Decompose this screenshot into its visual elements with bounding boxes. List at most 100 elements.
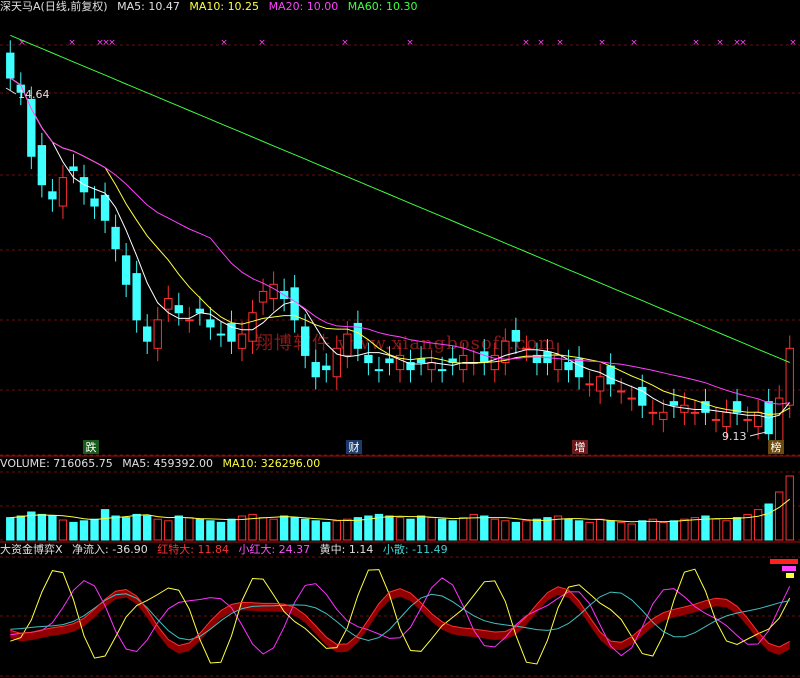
volume-bar-2: [27, 511, 36, 541]
volume-bar-9: [100, 509, 110, 541]
low-price-label: 9.13: [722, 430, 747, 443]
event-marker-3: 榜: [771, 440, 782, 454]
volume-bar-18: [195, 518, 205, 541]
candle-body-40: [427, 362, 436, 371]
volume-bar-5: [58, 519, 68, 541]
signal-mark-14: ×: [692, 38, 700, 48]
candle-body-67: [711, 418, 721, 421]
candle-body-52: [553, 354, 563, 371]
signal-mark-7: ×: [341, 38, 349, 48]
volume-bar-29: [311, 520, 320, 541]
volume-bar-17: [185, 517, 194, 541]
candle-body-14: [153, 319, 162, 349]
candle-body-70: [743, 418, 752, 421]
candle-body-34: [364, 354, 373, 364]
candle-body-5: [58, 177, 68, 207]
volume-bar-25: [269, 518, 278, 541]
candle-body-29: [311, 362, 320, 378]
candle-body-11: [121, 255, 131, 285]
candle-body-36: [385, 358, 394, 364]
volume-bar-68: [722, 520, 731, 541]
volume-bar-48: [511, 521, 521, 541]
candle-body-49: [522, 347, 531, 350]
candle-body-35: [374, 369, 384, 372]
candle-body-17: [185, 319, 194, 322]
candle-body-57: [606, 365, 615, 385]
volume-bar-26: [279, 515, 289, 541]
volume-bar-72: [764, 503, 773, 541]
signal-mark-18: ×: [789, 38, 797, 48]
volume-bar-13: [143, 515, 152, 541]
volume-bar-15: [164, 520, 173, 541]
volume-bar-51: [543, 517, 552, 541]
volume-bar-31: [332, 520, 341, 541]
volume-bar-47: [501, 520, 510, 541]
candle-body-62: [659, 411, 668, 420]
candle-body-32: [343, 333, 352, 356]
candle-body-30: [322, 365, 331, 371]
volume-bar-32: [343, 518, 352, 541]
signal-mark-15: ×: [716, 38, 724, 48]
volume-bar-45: [480, 515, 489, 541]
volume-bar-4: [48, 515, 57, 541]
event-marker-2: 增: [575, 440, 586, 454]
candle-body-12: [132, 273, 141, 321]
candle-body-25: [269, 283, 278, 300]
candle-body-4: [48, 191, 57, 200]
candle-body-63: [669, 401, 679, 406]
signal-mark-1: ×: [68, 38, 76, 48]
volume-bar-64: [680, 518, 689, 541]
stock-chart: × × ××× × × × × × × × × × × × ×× ×14.649.13跌财增榜: [0, 34, 800, 677]
candle-body-41: [437, 369, 447, 372]
candle-body-61: [648, 411, 657, 414]
volume-bar-57: [606, 520, 615, 541]
candle-body-13: [143, 326, 152, 342]
volume-bar-69: [732, 517, 742, 541]
candle-body-68: [722, 411, 731, 428]
signal-mark-9: ×: [522, 38, 530, 48]
volume-bar-6: [69, 521, 78, 541]
candle-body-65: [690, 411, 700, 414]
candle-body-0: [6, 52, 15, 79]
volume-bar-21: [227, 518, 236, 541]
volume-bar-7: [79, 520, 89, 541]
candle-body-20: [216, 333, 226, 336]
volume-bar-60: [638, 520, 647, 541]
candle-body-45: [480, 351, 489, 364]
volume-bar-40: [427, 517, 436, 541]
candle-body-23: [248, 312, 257, 342]
signal-mark-12: ×: [598, 38, 606, 48]
candle-body-58: [617, 390, 626, 393]
signal-mark-17: ×: [739, 38, 747, 48]
signal-mark-8: ×: [406, 38, 414, 48]
volume-bar-1: [16, 515, 25, 541]
volume-bar-30: [322, 521, 331, 541]
volume-bar-27: [290, 517, 299, 541]
volume-bar-67: [711, 518, 721, 541]
volume-bar-43: [459, 517, 468, 541]
volume-bar-16: [174, 515, 183, 541]
volume-bar-3: [37, 513, 47, 541]
high-price-label: 14.64: [18, 88, 50, 101]
indicator-block-magenta: [782, 566, 796, 571]
signal-mark-11: ×: [556, 38, 564, 48]
candle-body-6: [69, 166, 78, 171]
big-funds-area: [10, 586, 790, 655]
volume-bar-36: [385, 515, 394, 541]
event-marker-1: 财: [349, 440, 360, 454]
candle-body-8: [90, 198, 99, 207]
candle-body-48: [511, 330, 521, 342]
candle-body-31: [332, 347, 341, 378]
indicator-block-red: [770, 559, 798, 564]
candle-body-9: [100, 194, 110, 221]
volume-bar-20: [216, 521, 226, 541]
volume-bar-53: [564, 518, 573, 541]
candle-body-19: [206, 319, 215, 328]
candle-body-71: [753, 411, 763, 428]
volume-bar-65: [690, 517, 700, 541]
candle-body-74: [785, 347, 794, 406]
volume-bar-19: [206, 520, 215, 541]
candle-body-28: [301, 326, 310, 356]
volume-bar-11: [121, 517, 131, 541]
candle-body-15: [164, 298, 173, 310]
